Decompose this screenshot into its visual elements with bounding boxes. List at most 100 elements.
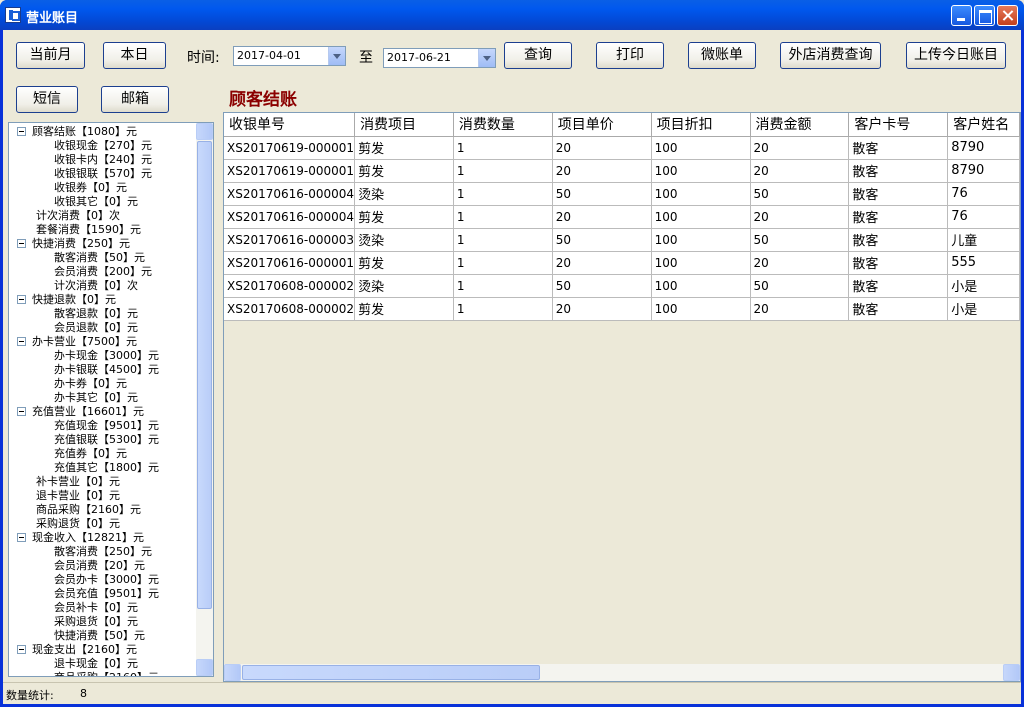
- column-header[interactable]: 收银单号: [224, 113, 356, 137]
- tree-item[interactable]: 顾客结账【1080】元: [32, 125, 137, 138]
- grid-horizontal-scrollbar[interactable]: [224, 664, 1020, 681]
- transaction-grid[interactable]: 收银单号 消费项目 消费数量 项目单价 项目折扣 消费金额 客户卡号 客户姓名 XS20170…: [223, 112, 1021, 682]
- sms-button[interactable]: 短信: [16, 86, 78, 113]
- date-to-picker[interactable]: 2017-06-21: [383, 48, 496, 68]
- wechat-bill-button[interactable]: 微账单: [688, 42, 756, 69]
- table-cell: 20: [750, 159, 850, 183]
- tree-item[interactable]: 套餐消费【1590】元: [36, 223, 141, 236]
- table-row[interactable]: XS20170616-000001 剪发 1 20 100 20 散客 555: [224, 251, 1020, 275]
- external-store-query-button[interactable]: 外店消费查询: [780, 42, 881, 69]
- tree-collapse-icon[interactable]: [17, 295, 26, 304]
- tree-item[interactable]: 散客消费【250】元: [54, 545, 152, 558]
- tree-item[interactable]: 商品采购【2160】元: [54, 671, 159, 676]
- tree-collapse-icon[interactable]: [17, 127, 26, 136]
- chevron-down-icon[interactable]: [328, 47, 345, 65]
- tree-item[interactable]: 快捷消费【50】元: [54, 629, 145, 642]
- scroll-thumb[interactable]: [242, 665, 540, 680]
- tree-item[interactable]: 快捷消费【250】元: [32, 237, 130, 250]
- current-month-button[interactable]: 当前月: [16, 42, 85, 69]
- today-button[interactable]: 本日: [103, 42, 166, 69]
- tree-item[interactable]: 会员补卡【0】元: [54, 601, 138, 614]
- tree-item[interactable]: 会员消费【200】元: [54, 265, 152, 278]
- tree-collapse-icon[interactable]: [17, 407, 26, 416]
- column-header[interactable]: 消费项目: [354, 113, 454, 137]
- scroll-left-button[interactable]: [224, 664, 241, 681]
- table-row[interactable]: XS20170616-000003 烫染 1 50 100 50 散客 儿童: [224, 228, 1020, 252]
- table-cell: XS20170619-000001: [224, 136, 356, 160]
- tree-item[interactable]: 充值营业【16601】元: [32, 405, 144, 418]
- column-header[interactable]: 客户卡号: [848, 113, 949, 137]
- close-button[interactable]: [997, 5, 1018, 26]
- table-row[interactable]: XS20170616-000004 剪发 1 20 100 20 散客 76: [224, 205, 1020, 229]
- tree-collapse-icon[interactable]: [17, 645, 26, 654]
- column-header[interactable]: 消费数量: [453, 113, 553, 137]
- tree-collapse-icon[interactable]: [17, 533, 26, 542]
- tree-item[interactable]: 现金收入【12821】元: [32, 531, 144, 544]
- tree-item[interactable]: 会员办卡【3000】元: [54, 573, 159, 586]
- table-row[interactable]: XS20170608-000002 剪发 1 20 100 20 散客 小是: [224, 297, 1020, 321]
- tree-item[interactable]: 会员消费【20】元: [54, 559, 145, 572]
- tree-item[interactable]: 充值券【0】元: [54, 447, 127, 460]
- table-row[interactable]: XS20170619-000001 剪发 1 20 100 20 散客 8790: [224, 159, 1020, 183]
- scroll-up-button[interactable]: [196, 123, 213, 140]
- scroll-down-button[interactable]: [196, 659, 213, 676]
- tree-item[interactable]: 办卡其它【0】元: [54, 391, 138, 404]
- table-row[interactable]: XS20170616-000004 烫染 1 50 100 50 散客 76: [224, 182, 1020, 206]
- tree-item[interactable]: 散客消费【50】元: [54, 251, 145, 264]
- tree-vertical-scrollbar[interactable]: [196, 123, 213, 676]
- tree-item[interactable]: 充值现金【9501】元: [54, 419, 159, 432]
- tree-item[interactable]: 会员充值【9501】元: [54, 587, 159, 600]
- scroll-right-button[interactable]: [1003, 664, 1020, 681]
- tree-item[interactable]: 收银卡内【240】元: [54, 153, 152, 166]
- summary-tree[interactable]: 顾客结账【1080】元 收银现金【270】元 收银卡内【240】元 收银银联【570】…: [8, 122, 214, 677]
- upload-today-button[interactable]: 上传今日账目: [906, 42, 1006, 69]
- table-cell: 76: [947, 205, 1020, 229]
- tree-item[interactable]: 现金支出【2160】元: [32, 643, 137, 656]
- table-row[interactable]: XS20170619-000001 剪发 1 20 100 20 散客 8790: [224, 136, 1020, 160]
- tree-item[interactable]: 商品采购【2160】元: [36, 503, 141, 516]
- column-header[interactable]: 消费金额: [750, 113, 850, 137]
- date-from-picker[interactable]: 2017-04-01: [233, 46, 346, 66]
- chevron-down-icon[interactable]: [478, 49, 495, 67]
- tree-item[interactable]: 充值其它【1800】元: [54, 461, 159, 474]
- column-header[interactable]: 项目单价: [552, 113, 652, 137]
- table-row[interactable]: XS20170608-000002 烫染 1 50 100 50 散客 小是: [224, 274, 1020, 298]
- maximize-button[interactable]: [974, 5, 995, 26]
- table-cell: 20: [552, 136, 652, 160]
- tree-item[interactable]: 办卡营业【7500】元: [32, 335, 137, 348]
- query-button[interactable]: 查询: [504, 42, 572, 69]
- tree-item[interactable]: 收银银联【570】元: [54, 167, 152, 180]
- tree-item[interactable]: 收银券【0】元: [54, 181, 127, 194]
- table-cell: 50: [750, 274, 850, 298]
- scroll-thumb[interactable]: [197, 141, 212, 609]
- tree-collapse-icon[interactable]: [17, 239, 26, 248]
- tree-item[interactable]: 收银其它【0】元: [54, 195, 138, 208]
- table-cell: 烫染: [354, 228, 454, 252]
- tree-item[interactable]: 散客退款【0】元: [54, 307, 138, 320]
- tree-item[interactable]: 收银现金【270】元: [54, 139, 152, 152]
- tree-item[interactable]: 会员退款【0】元: [54, 321, 138, 334]
- minimize-button[interactable]: [951, 5, 972, 26]
- tree-item[interactable]: 充值银联【5300】元: [54, 433, 159, 446]
- tree-item[interactable]: 退卡营业【0】元: [36, 489, 120, 502]
- tree-item[interactable]: 办卡券【0】元: [54, 377, 127, 390]
- tree-collapse-icon[interactable]: [17, 337, 26, 346]
- tree-item[interactable]: 快捷退款【0】元: [32, 293, 116, 306]
- table-cell: 100: [651, 205, 751, 229]
- tree-item[interactable]: 办卡现金【3000】元: [54, 349, 159, 362]
- print-button[interactable]: 打印: [596, 42, 664, 69]
- tree-item[interactable]: 办卡银联【4500】元: [54, 363, 159, 376]
- tree-item[interactable]: 计次消费【0】次: [36, 209, 120, 222]
- column-header[interactable]: 项目折扣: [651, 113, 751, 137]
- table-cell: 小是: [947, 297, 1020, 321]
- table-cell: 小是: [947, 274, 1020, 298]
- tree-item[interactable]: 采购退货【0】元: [54, 615, 138, 628]
- table-cell: XS20170608-000002: [224, 297, 356, 321]
- title-bar[interactable]: 营业账目: [0, 0, 1024, 30]
- column-header[interactable]: 客户姓名: [947, 113, 1020, 137]
- mail-button[interactable]: 邮箱: [101, 86, 169, 113]
- tree-item[interactable]: 退卡现金【0】元: [54, 657, 138, 670]
- tree-item[interactable]: 采购退货【0】元: [36, 517, 120, 530]
- tree-item[interactable]: 补卡营业【0】元: [36, 475, 120, 488]
- tree-item[interactable]: 计次消费【0】次: [54, 279, 138, 292]
